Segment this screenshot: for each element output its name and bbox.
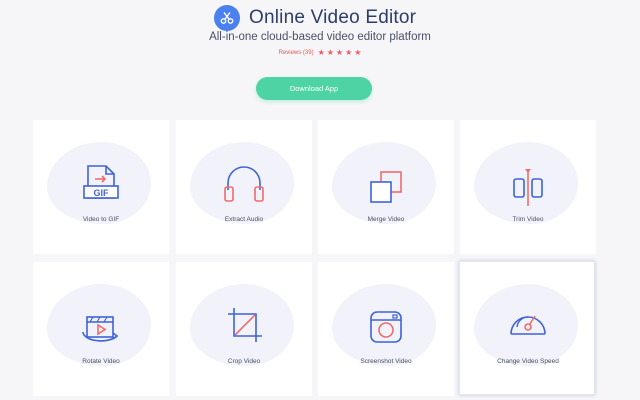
tool-card-crop-video[interactable]: Crop Video <box>176 262 312 396</box>
crop-icon <box>228 308 262 342</box>
camera-icon <box>370 311 402 343</box>
tool-label: Screenshot Video <box>360 358 412 365</box>
merge-squares-icon <box>370 171 402 203</box>
star-icon: ★ <box>345 48 353 57</box>
star-icon: ★ <box>326 48 334 57</box>
trim-icon <box>513 169 543 206</box>
speedometer-icon <box>510 315 546 335</box>
tool-label: Trim Video <box>512 216 544 223</box>
tool-card-video-to-gif[interactable]: GIF Video to GIF <box>33 120 169 254</box>
svg-text:GIF: GIF <box>94 188 110 198</box>
rating-stars: ★ ★ ★ ★ ★ <box>318 49 362 57</box>
tool-label: Change Video Speed <box>497 358 559 365</box>
tool-label: Merge Video <box>367 216 405 223</box>
reviews-count[interactable]: Reviews (39) <box>279 50 314 56</box>
reviews: Reviews (39) ★ ★ ★ ★ ★ <box>0 49 640 57</box>
tool-card-rotate-video[interactable]: Rotate Video <box>33 262 169 396</box>
download-app-button[interactable]: Download App <box>256 77 372 100</box>
gif-file-icon: GIF <box>83 165 119 199</box>
tool-label: Extract Audio <box>224 216 264 223</box>
tool-label: Rotate Video <box>82 358 120 365</box>
tool-card-extract-audio[interactable]: Extract Audio <box>176 120 312 254</box>
tool-card-change-video-speed[interactable]: Change Video Speed <box>459 261 595 395</box>
brand[interactable]: Online Video Editor <box>214 4 416 32</box>
tool-card-trim-video[interactable]: Trim Video <box>460 120 596 254</box>
header: Online Video Editor All-in-one cloud-bas… <box>0 0 640 110</box>
star-icon: ★ <box>317 48 325 57</box>
app-title: Online Video Editor <box>249 7 417 28</box>
star-icon: ★ <box>335 48 344 57</box>
tool-card-merge-video[interactable]: Merge Video <box>318 120 454 254</box>
headphones-icon <box>224 166 264 202</box>
tool-label: Video to GIF <box>82 216 120 223</box>
tool-label: Crop Video <box>227 358 261 365</box>
rotate-video-icon <box>82 316 119 342</box>
app-subtitle: All-in-one cloud-based video editor plat… <box>209 31 431 43</box>
scissors-logo-icon <box>214 5 240 31</box>
star-icon: ★ <box>354 48 362 57</box>
tool-card-screenshot-video[interactable]: Screenshot Video <box>318 262 454 396</box>
